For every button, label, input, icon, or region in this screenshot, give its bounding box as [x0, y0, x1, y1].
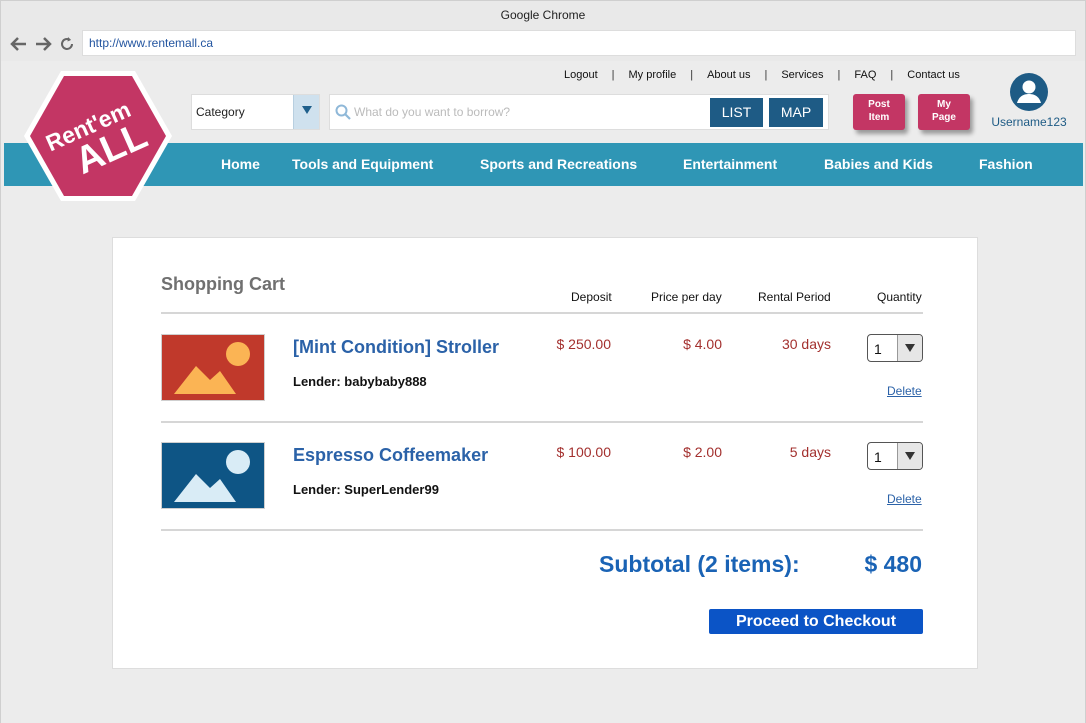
search-input[interactable]: What do you want to borrow?	[354, 105, 510, 119]
search-bar: What do you want to borrow? LIST MAP	[329, 94, 829, 130]
separator: |	[890, 69, 894, 81]
post-item-label-2: Item	[868, 112, 890, 123]
logout-link[interactable]: Logout	[564, 69, 598, 81]
browser-window: Google Chrome http://www.rentemall.ca Re…	[0, 0, 1086, 723]
menu-item-babies[interactable]: Babies and Kids	[824, 156, 933, 172]
user-menu[interactable]: Username123	[989, 73, 1069, 129]
item-price: $ 2.00	[683, 444, 722, 460]
site-page: Rent'em ALL Logout | My profile | About …	[1, 61, 1085, 723]
item-title[interactable]: [Mint Condition] Stroller	[293, 337, 499, 358]
top-links: Logout | My profile | About us | Service…	[541, 69, 960, 81]
menu-item-fashion[interactable]: Fashion	[979, 156, 1033, 172]
delete-link[interactable]: Delete	[887, 384, 922, 398]
my-page-button[interactable]: My Page	[918, 94, 970, 130]
category-select[interactable]: Category	[191, 94, 320, 130]
cart-item: [Mint Condition] Stroller Lender: babyba…	[113, 314, 977, 422]
shopping-cart-panel: Shopping Cart Deposit Price per day Rent…	[112, 237, 978, 669]
category-select-label: Category	[196, 105, 245, 119]
column-header-quantity: Quantity	[877, 290, 922, 304]
image-placeholder-icon[interactable]	[161, 334, 265, 401]
column-header-deposit: Deposit	[571, 290, 612, 304]
contact-us-link[interactable]: Contact us	[907, 69, 960, 81]
site-logo[interactable]: Rent'em ALL	[23, 69, 173, 203]
divider	[161, 529, 923, 531]
forward-arrow-icon[interactable]	[33, 34, 53, 54]
map-view-button[interactable]: MAP	[769, 98, 823, 127]
about-us-link[interactable]: About us	[707, 69, 750, 81]
my-page-label-1: My	[937, 99, 951, 110]
image-placeholder-icon[interactable]	[161, 442, 265, 509]
item-period: 30 days	[781, 336, 831, 352]
subtotal-label: Subtotal (2 items):	[599, 551, 800, 577]
column-header-period: Rental Period	[758, 290, 831, 304]
menu-item-home[interactable]: Home	[221, 156, 260, 172]
window-title: Google Chrome	[1, 1, 1085, 29]
column-header-price: Price per day	[651, 290, 722, 304]
menu-item-entertainment[interactable]: Entertainment	[683, 156, 777, 172]
separator: |	[690, 69, 694, 81]
cart-title: Shopping Cart	[161, 274, 285, 294]
my-profile-link[interactable]: My profile	[629, 69, 677, 81]
menu-item-tools[interactable]: Tools and Equipment	[292, 156, 433, 172]
chevron-down-icon[interactable]	[897, 443, 922, 469]
delete-link[interactable]: Delete	[887, 492, 922, 506]
subtotal-value: $ 480	[864, 551, 922, 577]
item-deposit: $ 100.00	[556, 444, 612, 460]
quantity-value: 1	[874, 449, 882, 465]
cart-item: Espresso Coffeemaker Lender: SuperLender…	[113, 422, 977, 530]
item-price: $ 4.00	[683, 336, 722, 352]
back-arrow-icon[interactable]	[9, 34, 29, 54]
item-title[interactable]: Espresso Coffeemaker	[293, 445, 488, 466]
proceed-to-checkout-button[interactable]: Proceed to Checkout	[709, 609, 923, 634]
reload-icon[interactable]	[57, 34, 77, 54]
item-deposit: $ 250.00	[556, 336, 612, 352]
browser-toolbar: http://www.rentemall.ca	[1, 29, 1085, 61]
separator: |	[611, 69, 615, 81]
quantity-select[interactable]: 1	[867, 334, 923, 362]
item-period: 5 days	[789, 444, 831, 460]
my-page-label-2: Page	[932, 112, 956, 123]
address-bar[interactable]: http://www.rentemall.ca	[82, 30, 1076, 56]
item-lender: Lender: SuperLender99	[293, 482, 439, 497]
chevron-down-icon[interactable]	[897, 335, 922, 361]
item-lender: Lender: babybaby888	[293, 374, 427, 389]
chevron-down-icon[interactable]	[293, 95, 319, 129]
list-view-button[interactable]: LIST	[710, 98, 763, 127]
separator: |	[764, 69, 768, 81]
post-item-label-1: Post	[868, 99, 890, 110]
post-item-button[interactable]: Post Item	[853, 94, 905, 130]
search-icon	[335, 104, 351, 120]
quantity-select[interactable]: 1	[867, 442, 923, 470]
menu-item-sports[interactable]: Sports and Recreations	[480, 156, 637, 172]
faq-link[interactable]: FAQ	[854, 69, 876, 81]
services-link[interactable]: Services	[781, 69, 823, 81]
quantity-value: 1	[874, 341, 882, 357]
user-avatar-icon[interactable]	[1010, 73, 1048, 111]
separator: |	[837, 69, 841, 81]
username-label: Username123	[991, 115, 1067, 129]
